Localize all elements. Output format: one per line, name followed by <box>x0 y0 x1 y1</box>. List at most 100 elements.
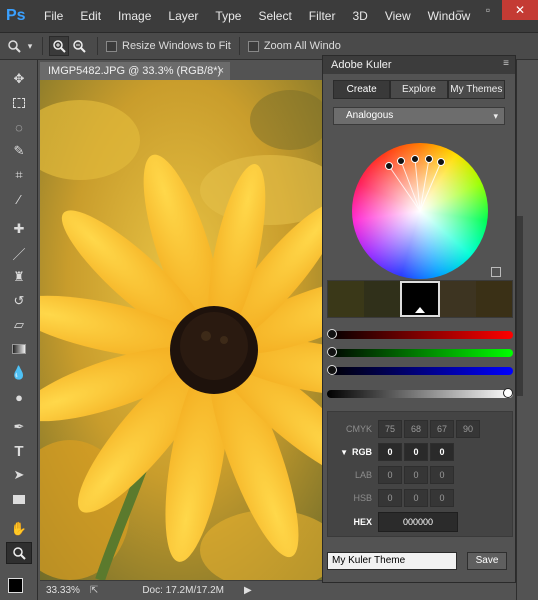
copy-wheel-icon[interactable] <box>491 267 501 277</box>
blue-slider[interactable] <box>327 365 513 375</box>
red-slider-knob[interactable] <box>327 329 337 339</box>
color-handle-2[interactable] <box>397 157 405 165</box>
close-button[interactable]: ✕ <box>502 0 538 20</box>
zoom-in-icon[interactable] <box>49 36 69 56</box>
color-rule-value: Analogous <box>346 110 394 121</box>
eyedropper-tool-icon[interactable]: ⁄ <box>6 188 32 210</box>
lasso-tool-icon[interactable]: ◌ <box>6 116 32 138</box>
panel-menu-icon[interactable]: ≡ <box>503 58 509 69</box>
zoom-tool-preset-icon[interactable] <box>4 36 24 56</box>
tab-my-themes[interactable]: My Themes <box>447 80 505 99</box>
menu-edit[interactable]: Edit <box>80 9 101 23</box>
hand-tool-icon[interactable]: ✋ <box>6 518 32 540</box>
swatch-1[interactable] <box>328 281 364 317</box>
zoom-tool-icon[interactable] <box>6 542 32 564</box>
rgb-label[interactable]: ▼ RGB <box>328 447 378 457</box>
zoom-out-icon[interactable] <box>69 36 89 56</box>
green-slider[interactable] <box>327 347 513 357</box>
kuler-title: Adobe Kuler <box>331 59 392 71</box>
zoom-all-windows-checkbox[interactable] <box>247 40 259 52</box>
rgb-b-value[interactable]: 0 <box>430 443 454 461</box>
cmyk-m-value[interactable]: 68 <box>404 420 428 438</box>
caret-down-icon: ▼ <box>340 448 348 457</box>
lab-a-value[interactable]: 0 <box>404 466 428 484</box>
zoom-level[interactable]: 33.33% <box>46 585 80 596</box>
swatch-2[interactable] <box>364 281 400 317</box>
hsb-h-value[interactable]: 0 <box>378 489 402 507</box>
foreground-color-swatch[interactable] <box>8 578 23 593</box>
cmyk-k-value[interactable]: 90 <box>456 420 480 438</box>
green-slider-knob[interactable] <box>327 347 337 357</box>
lab-b-value[interactable]: 0 <box>430 466 454 484</box>
menu-type[interactable]: Type <box>215 9 241 23</box>
dodge-tool-icon[interactable]: ● <box>6 386 32 408</box>
eraser-tool-icon[interactable]: ▱ <box>6 314 32 336</box>
cmyk-y-value[interactable]: 67 <box>430 420 454 438</box>
move-tool-icon[interactable]: ✥ <box>6 68 32 90</box>
rectangle-tool-icon[interactable] <box>6 488 32 510</box>
blur-tool-icon[interactable]: 💧 <box>6 362 32 384</box>
hex-row: HEX 000000 <box>328 512 514 532</box>
menu-layer[interactable]: Layer <box>168 9 198 23</box>
menu-image[interactable]: Image <box>118 9 151 23</box>
healing-brush-tool-icon[interactable]: ✚ <box>6 218 32 240</box>
brightness-slider-knob[interactable] <box>503 388 513 398</box>
color-rule-select[interactable]: Analogous ▾ <box>333 107 505 125</box>
clone-stamp-tool-icon[interactable]: ♜ <box>6 266 32 288</box>
swatch-3[interactable] <box>400 281 440 317</box>
quick-selection-tool-icon[interactable]: ✎ <box>6 140 32 162</box>
color-handle-4[interactable] <box>425 155 433 163</box>
close-document-icon[interactable]: × <box>218 62 224 80</box>
chevron-down-icon[interactable]: ▾ <box>24 36 36 56</box>
resize-windows-option[interactable]: Resize Windows to Fit <box>106 40 231 52</box>
brush-tool-icon[interactable]: ／ <box>6 242 32 264</box>
pen-tool-icon[interactable]: ✒ <box>6 416 32 438</box>
maximize-button[interactable]: ▫ <box>474 0 502 20</box>
minimize-button[interactable]: – <box>446 0 474 20</box>
menu-filter[interactable]: Filter <box>309 9 336 23</box>
panel-scrollbar[interactable] <box>517 216 523 396</box>
document-tab[interactable]: IMGP5482.JPG @ 33.3% (RGB/8*) × <box>40 62 230 80</box>
tab-explore[interactable]: Explore <box>390 80 448 99</box>
menu-select[interactable]: Select <box>258 9 291 23</box>
type-tool-icon[interactable]: T <box>6 440 32 462</box>
rgb-r-value[interactable]: 0 <box>378 443 402 461</box>
gradient-tool-icon[interactable] <box>6 338 32 360</box>
swatch-4[interactable] <box>440 281 476 317</box>
tools-panel: ✥ ◌ ✎ ⌗ ⁄ ✚ ／ ♜ ↺ ▱ 💧 ● ✒ T ➤ ✋ <box>0 60 38 600</box>
blue-slider-knob[interactable] <box>327 365 337 375</box>
path-selection-tool-icon[interactable]: ➤ <box>6 464 32 486</box>
zoom-all-windows-option[interactable]: Zoom All Windo <box>247 40 341 52</box>
brightness-slider[interactable] <box>327 388 513 398</box>
save-button[interactable]: Save <box>467 552 507 570</box>
cmyk-row: CMYK 75 68 67 90 <box>328 419 514 439</box>
history-brush-tool-icon[interactable]: ↺ <box>6 290 32 312</box>
color-handle-5[interactable] <box>437 158 445 166</box>
menu-view[interactable]: View <box>385 9 411 23</box>
marquee-tool-icon[interactable] <box>6 92 32 114</box>
status-menu-arrow-icon[interactable]: ▶ <box>244 585 252 596</box>
kuler-header[interactable]: Adobe Kuler ≡ <box>323 56 515 74</box>
document-canvas[interactable] <box>40 80 322 580</box>
window-controls: – ▫ ✕ <box>446 0 538 20</box>
hex-label: HEX <box>353 517 372 527</box>
menu-file[interactable]: File <box>44 9 63 23</box>
crop-tool-icon[interactable]: ⌗ <box>6 164 32 186</box>
hex-value[interactable]: 000000 <box>378 512 458 532</box>
hsb-s-value[interactable]: 0 <box>404 489 428 507</box>
export-icon[interactable]: ⇱ <box>90 585 98 596</box>
rgb-g-value[interactable]: 0 <box>404 443 428 461</box>
hsb-b-value[interactable]: 0 <box>430 489 454 507</box>
color-handle-1[interactable] <box>385 162 393 170</box>
red-slider[interactable] <box>327 329 513 339</box>
lab-l-value[interactable]: 0 <box>378 466 402 484</box>
cmyk-label: CMYK <box>345 424 372 434</box>
theme-name-input[interactable]: My Kuler Theme <box>327 552 457 570</box>
menu-3d[interactable]: 3D <box>352 9 367 23</box>
color-wheel-area <box>323 125 517 279</box>
color-handle-3[interactable] <box>411 155 419 163</box>
cmyk-c-value[interactable]: 75 <box>378 420 402 438</box>
tab-create[interactable]: Create <box>333 80 391 99</box>
resize-windows-checkbox[interactable] <box>106 40 117 52</box>
swatch-5[interactable] <box>476 281 512 317</box>
